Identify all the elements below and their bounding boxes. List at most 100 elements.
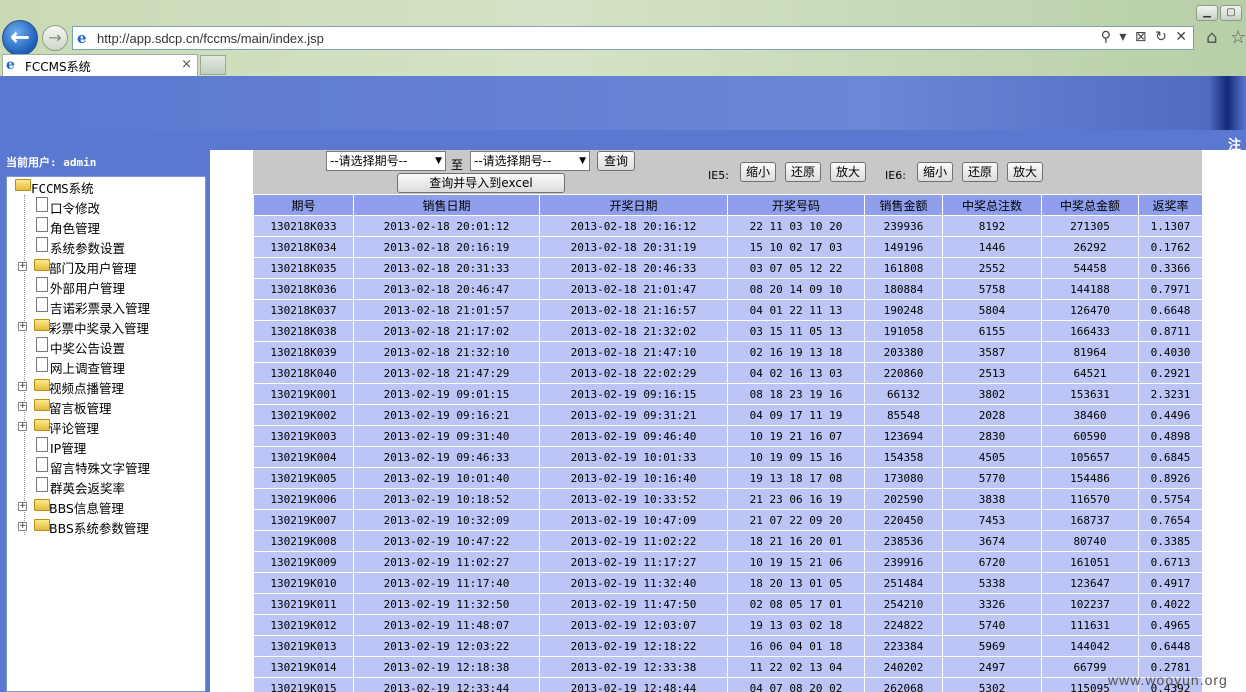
table-cell: 161808 [864,257,943,279]
table-cell: 2013-02-19 09:01:15 [353,383,540,405]
table-row: 130219K006 2013-02-19 10:18:52 2013-02-19 … [253,488,1203,510]
table-cell: 224822 [864,614,943,636]
table-cell: 130219K015 [253,677,354,692]
new-tab-button[interactable] [200,55,226,75]
table-row: 130218K039 2013-02-18 21:32:10 2013-02-18 … [253,341,1203,363]
table-cell: 03 07 05 12 22 [727,257,865,279]
query-button[interactable]: 查询 [597,151,635,171]
address-tools-icons[interactable]: ⚲ ▾ ⊠ ↻ ✕ [1101,29,1189,45]
table-cell: 130219K014 [253,656,354,678]
ie6-zoom-in-button[interactable]: 放大 [1007,162,1043,182]
expand-plus-icon[interactable]: + [18,502,27,511]
ie5-restore-button[interactable]: 还原 [785,162,821,182]
table-cell: 85548 [864,404,943,426]
start-period-select[interactable]: --请选择期号-- ▼ [326,151,446,171]
document-icon [36,457,48,472]
document-icon [36,437,48,452]
table-cell: 153631 [1041,383,1139,405]
export-excel-button[interactable]: 查询并导入到excel [397,173,565,193]
back-arrow-icon[interactable]: ← [2,20,38,56]
minimize-button[interactable]: ▁ [1196,5,1218,21]
address-url[interactable]: http://app.sdcp.cn/fccms/main/index.jsp [97,31,324,46]
table-row: 130219K004 2013-02-19 09:46:33 2013-02-19 … [253,446,1203,468]
nav-tree-label: IP管理 [50,441,87,456]
table-cell: 2013-02-18 21:47:10 [539,341,728,363]
table-cell: 2497 [942,656,1042,678]
table-cell: 2013-02-18 20:16:19 [353,236,540,258]
document-icon [36,297,48,312]
table-cell: 2013-02-19 10:33:52 [539,488,728,510]
table-cell: 2013-02-19 10:18:52 [353,488,540,510]
table-row: 130219K002 2013-02-19 09:16:21 2013-02-19 … [253,404,1203,426]
expand-plus-icon[interactable]: + [18,322,27,331]
table-cell: 130219K007 [253,509,354,531]
tab-close-icon[interactable]: × [181,57,192,72]
table-cell: 130218K037 [253,299,354,321]
table-cell: 254210 [864,593,943,615]
forward-arrow-icon[interactable]: → [42,25,68,51]
ie5-zoom-out-button[interactable]: 缩小 [740,162,776,182]
table-cell: 220450 [864,509,943,531]
table-cell: 04 07 08 20 02 [727,677,865,692]
nav-tree-label: 外部用户管理 [50,281,126,296]
home-icon[interactable]: ⌂ [1206,27,1217,48]
table-cell: 3674 [942,530,1042,552]
table-cell: 2830 [942,425,1042,447]
table-cell: 10 19 09 15 16 [727,446,865,468]
table-cell: 149196 [864,236,943,258]
table-cell: 154358 [864,446,943,468]
table-cell: 130219K012 [253,614,354,636]
table-cell: 2013-02-19 11:17:27 [539,551,728,573]
table-cell: 130219K006 [253,488,354,510]
browser-tab[interactable]: e FCCMS系统 × [2,54,198,76]
expand-plus-icon[interactable]: + [18,382,27,391]
table-cell: 262068 [864,677,943,692]
table-cell: 80740 [1041,530,1139,552]
expand-plus-icon[interactable]: + [18,402,27,411]
table-cell: 130219K010 [253,572,354,594]
table-cell: 2.3231 [1138,383,1203,405]
expand-plus-icon[interactable]: + [18,522,27,531]
table-header-row: 期号 销售日期 开奖日期 开奖号码 销售金额 中奖总注数 中奖总金额 返奖率 [253,194,1203,216]
table-cell: 4505 [942,446,1042,468]
nav-tree-label: FCCMS系统 [31,181,94,196]
table-cell: 2013-02-18 21:32:10 [353,341,540,363]
table-cell: 2013-02-18 20:31:19 [539,236,728,258]
table-cell: 15 10 02 17 03 [727,236,865,258]
table-cell: 2013-02-18 20:46:47 [353,278,540,300]
table-body: 130218K033 2013-02-18 20:01:12 2013-02-18 … [253,215,1203,692]
table-cell: 271305 [1041,215,1139,237]
ie6-restore-button[interactable]: 还原 [962,162,998,182]
table-cell: 2013-02-18 21:01:47 [539,278,728,300]
nav-tree-label: 网上调查管理 [50,361,126,376]
table-row: 130219K008 2013-02-19 10:47:22 2013-02-19 … [253,530,1203,552]
table-cell: 5969 [942,635,1042,657]
table-cell: 0.3385 [1138,530,1203,552]
chevron-down-icon: ▼ [579,156,586,166]
nav-tree-label: 群英会返奖率 [50,481,126,496]
table-cell: 0.1762 [1138,236,1203,258]
table-cell: 154486 [1041,467,1139,489]
end-period-value: --请选择期号-- [474,154,552,168]
address-bar[interactable]: e http://app.sdcp.cn/fccms/main/index.js… [72,26,1194,50]
ie6-zoom-out-button[interactable]: 缩小 [917,162,953,182]
table-cell: 123647 [1041,572,1139,594]
table-row: 130218K037 2013-02-18 21:01:57 2013-02-18 … [253,299,1203,321]
table-cell: 2013-02-19 12:18:22 [539,635,728,657]
favorites-icon[interactable]: ☆ [1230,27,1246,48]
end-period-select[interactable]: --请选择期号-- ▼ [470,151,590,171]
expand-plus-icon[interactable]: + [18,422,27,431]
table-cell: 130218K035 [253,257,354,279]
maximize-button[interactable]: ▢ [1220,5,1242,21]
chevron-down-icon: ▼ [435,156,442,166]
table-cell: 0.7971 [1138,278,1203,300]
table-cell: 190248 [864,299,943,321]
expand-plus-icon[interactable]: + [18,262,27,271]
table-cell: 0.7654 [1138,509,1203,531]
table-cell: 81964 [1041,341,1139,363]
ie5-zoom-in-button[interactable]: 放大 [830,162,866,182]
table-cell: 130218K040 [253,362,354,384]
banner-strip [0,130,1246,150]
table-cell: 2013-02-19 11:02:27 [353,551,540,573]
table-cell: 2013-02-19 11:48:07 [353,614,540,636]
